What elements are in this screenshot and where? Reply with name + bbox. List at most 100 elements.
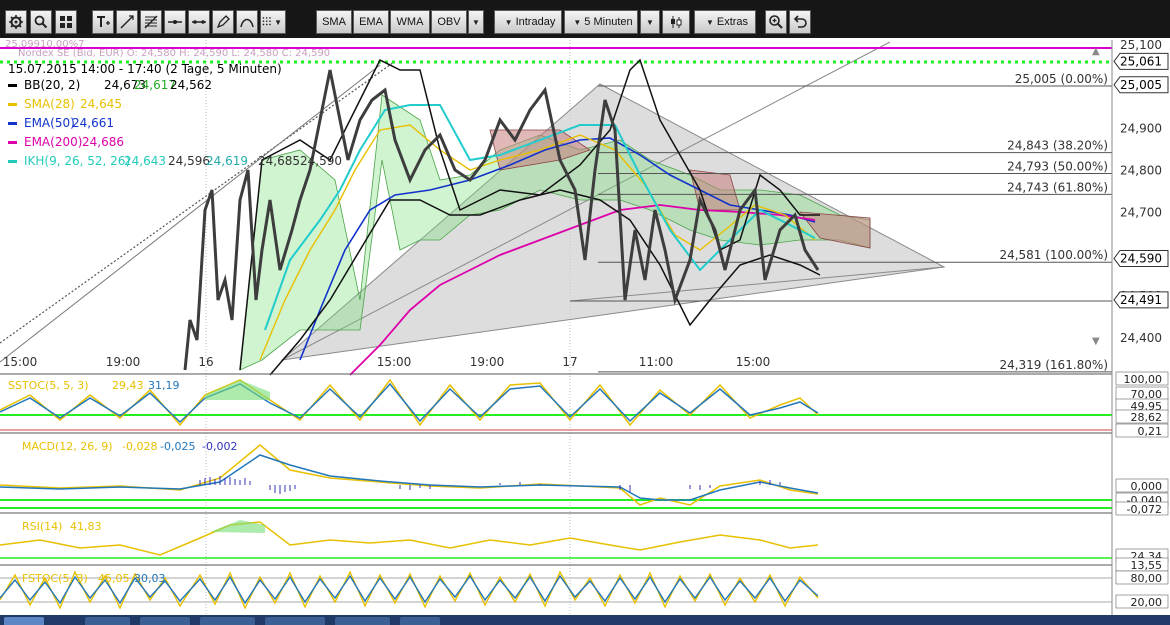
fibonacci-label: 25,005 (0.00%)	[1015, 72, 1108, 86]
panel-axis-label: 80,00	[1131, 572, 1163, 585]
period-mode-label: Intraday	[515, 16, 556, 28]
time-axis-tick: 15:00	[377, 355, 412, 369]
fibonacci-tool-button[interactable]	[140, 10, 162, 34]
chart-type-button[interactable]	[662, 10, 690, 34]
legend-value: 24,645	[80, 97, 122, 111]
ema-button[interactable]: EMA	[353, 10, 389, 34]
period-line: 15.07.2015 14:00 - 17:40 (2 Tage, 5 Minu…	[8, 62, 282, 76]
settings-button[interactable]	[5, 10, 27, 34]
taskbar-item[interactable]	[265, 617, 325, 625]
text-tool-icon	[97, 16, 110, 27]
extras-dropdown[interactable]: ▼ Extras	[694, 10, 756, 34]
sstoc-axis: 100,0070,0049,9528,620,21	[1115, 371, 1169, 438]
channel-tool-button[interactable]	[188, 10, 210, 34]
time-axis-tick: 15:00	[3, 355, 38, 369]
zoom-button[interactable]	[765, 10, 787, 34]
chevron-down-icon: ▼	[646, 17, 654, 27]
scroll-down-icon[interactable]: ▼	[1092, 336, 1100, 347]
wma-button[interactable]: WMA	[390, 10, 430, 34]
toolbar: ▼ SMA EMA WMA OBV ▼ ▼ Intraday ▼ 5 Minut…	[0, 0, 1170, 38]
time-axis-tick: 19:00	[106, 355, 141, 369]
horizontal-line-icon	[168, 20, 182, 24]
price-axis-tick: 25,100	[1120, 38, 1162, 52]
price-tag-label: 24,590	[1120, 251, 1162, 265]
fibonacci-icon	[144, 15, 158, 29]
line-tool-button[interactable]	[116, 10, 138, 34]
legend-label: EMA(200)	[24, 135, 82, 149]
text-tool-button[interactable]	[92, 10, 114, 34]
price-tag-label: 24,491	[1120, 293, 1162, 307]
fibonacci-label: 24,319 (161.80%)	[999, 358, 1108, 372]
arc-tool-button[interactable]	[236, 10, 258, 34]
sstoc-value-2: 31,19	[148, 379, 180, 392]
taskbar-item[interactable]	[85, 617, 130, 625]
panel-axis-label: 28,62	[1131, 411, 1163, 424]
taskbar-item[interactable]	[400, 617, 440, 625]
legend-value: 24,596	[168, 154, 210, 168]
channel-icon	[192, 20, 206, 24]
obv-button[interactable]: OBV	[431, 10, 467, 34]
panel-axis-label: 0,21	[1138, 425, 1163, 438]
time-axis-tick: 19:00	[470, 355, 505, 369]
panel-axis-label: 100,00	[1124, 373, 1163, 386]
period-mode-dropdown[interactable]: ▼ Intraday	[494, 10, 562, 34]
interval-dropdown[interactable]: ▼ 5 Minuten	[564, 10, 638, 34]
sstoc-label: SSTOC(5, 5, 3)	[8, 379, 89, 392]
chevron-down-icon: ▼	[504, 17, 513, 27]
time-axis-tick: 11:00	[639, 355, 674, 369]
legend-label: IKH(9, 26, 52, 26)	[24, 154, 130, 168]
pencil-tool-button[interactable]	[212, 10, 234, 34]
panel-axis-label: 20,00	[1131, 596, 1163, 609]
legend-value: 24,643	[124, 154, 166, 168]
time-axis-tick: 15:00	[736, 355, 771, 369]
macd-label: MACD(12, 26, 9)	[22, 440, 113, 453]
sstoc-value-1: 29,43	[112, 379, 144, 392]
rsi-label: RSI(14)	[22, 520, 62, 533]
sma-button[interactable]: SMA	[316, 10, 352, 34]
fibonacci-label: 24,843 (38.20%)	[1007, 139, 1108, 153]
search-button[interactable]	[30, 10, 52, 34]
fstoc-value-2: 30,03	[134, 572, 166, 585]
fibonacci-label: 24,743 (61.80%)	[1007, 180, 1108, 194]
fibonacci-label: 24,581 (100.00%)	[999, 248, 1108, 262]
layout-button[interactable]	[55, 10, 77, 34]
panel-axis-label: 0,000	[1131, 480, 1163, 493]
taskbar-item[interactable]	[200, 617, 255, 625]
chevron-down-icon: ▼	[472, 17, 480, 27]
macd-axis: 0,000-0,040-0,072	[1115, 478, 1169, 516]
time-axis: 15:00 19:00 16 15:00 19:00 17 11:00 15:00	[3, 355, 771, 369]
legend-value: 24,686	[82, 135, 124, 149]
taskbar-item[interactable]	[335, 617, 390, 625]
undo-icon	[793, 15, 807, 28]
time-axis-tick: 17	[562, 355, 577, 369]
price-axis-tick: 24,800	[1120, 164, 1162, 178]
chevron-down-icon: ▼	[705, 17, 714, 27]
fstoc-label: FSTOC(5, 3)	[22, 572, 88, 585]
legend-value: 24,562	[170, 78, 212, 92]
chart-area[interactable]: 25,09910.00%7 Nordex SE (Bid, EUR) O: 24…	[0, 38, 1170, 615]
macd-value-2: -0,025	[160, 440, 195, 453]
scroll-up-icon[interactable]: ▲	[1092, 46, 1100, 57]
pencil-icon	[216, 15, 230, 29]
legend-swatch	[8, 84, 17, 87]
start-button[interactable]	[4, 617, 44, 625]
grid-icon	[60, 16, 72, 28]
legend-value: 24,661	[72, 116, 114, 130]
horizontal-line-button[interactable]	[164, 10, 186, 34]
price-axis-tick: 24,900	[1120, 122, 1162, 136]
rsi-axis: 24,3413,55	[1115, 548, 1169, 572]
indicator-dropdown-button[interactable]: ▼	[468, 10, 484, 34]
candle-type-icon	[671, 16, 682, 28]
interval-label: 5 Minuten	[584, 16, 633, 28]
legend-label: BB(20, 2)	[24, 78, 80, 92]
legend-label: EMA(50)	[24, 116, 75, 130]
taskbar-item[interactable]	[140, 617, 190, 625]
pattern-tool-button[interactable]: ▼	[260, 10, 286, 34]
macd-value-3: -0,002	[202, 440, 237, 453]
undo-button[interactable]	[789, 10, 811, 34]
chevron-down-icon: ▼	[573, 17, 582, 27]
chart-application: ▼ SMA EMA WMA OBV ▼ ▼ Intraday ▼ 5 Minut…	[0, 0, 1170, 625]
interval-extra-dropdown[interactable]: ▼	[640, 10, 660, 34]
panel-axis-label: 13,55	[1131, 559, 1163, 572]
legend-value: 24,590	[300, 154, 342, 168]
